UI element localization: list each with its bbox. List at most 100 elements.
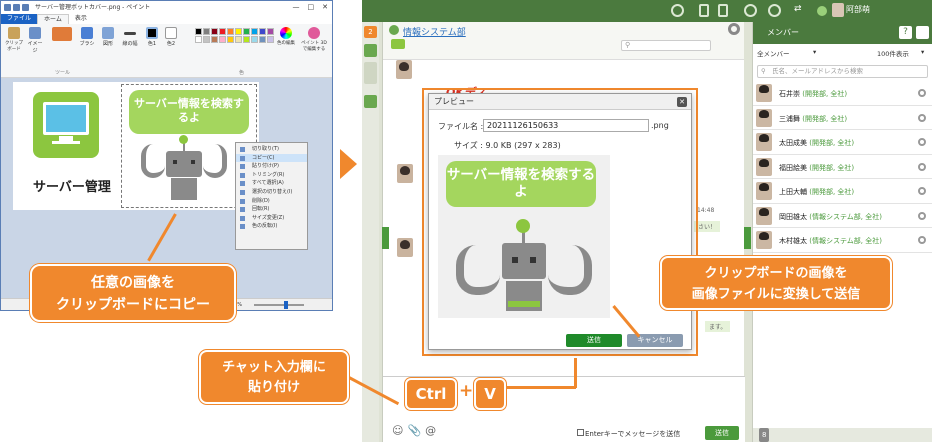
- attach-icon[interactable]: 📎: [407, 424, 425, 437]
- color-palette[interactable]: [195, 28, 274, 43]
- room-settings-icon[interactable]: [728, 23, 740, 35]
- menu-item-resize[interactable]: サイズ変更(Z): [236, 214, 307, 223]
- chevron-down-icon[interactable]: ▾: [813, 48, 816, 56]
- clipboard-group[interactable]: クリップボード: [4, 27, 24, 52]
- color-swatch[interactable]: [267, 36, 274, 43]
- at-icon[interactable]: [768, 4, 781, 17]
- avatar[interactable]: [397, 164, 413, 183]
- image-group[interactable]: イメージ: [26, 27, 44, 54]
- tab-view[interactable]: 表示: [69, 14, 93, 24]
- edit-colors-group[interactable]: 色の編集: [277, 27, 295, 46]
- send-button[interactable]: 送信: [705, 426, 739, 440]
- member-filter-select[interactable]: 全メンバー: [757, 48, 790, 58]
- color-swatch[interactable]: [203, 36, 210, 43]
- menu-item-invert-color[interactable]: 色の反転(I): [236, 222, 307, 231]
- color-swatch[interactable]: [235, 36, 242, 43]
- color-swatch[interactable]: [259, 28, 266, 35]
- brush-group[interactable]: ブラシ: [79, 27, 95, 47]
- color-swatch[interactable]: [227, 36, 234, 43]
- color-swatch[interactable]: [251, 28, 258, 35]
- zoom-slider-knob[interactable]: [284, 301, 288, 309]
- timeline-icon[interactable]: [671, 4, 684, 17]
- member-settings-icon[interactable]: [918, 162, 926, 171]
- color-swatch[interactable]: [243, 36, 250, 43]
- member-row[interactable]: 上田大輔 (開発部, 全社): [753, 179, 932, 204]
- color-swatch[interactable]: [243, 28, 250, 35]
- avatar[interactable]: [396, 60, 412, 79]
- document-icon[interactable]: [699, 4, 709, 17]
- member-count-select[interactable]: 100件表示: [877, 48, 909, 58]
- emoji-icon[interactable]: ☺: [392, 424, 407, 437]
- color-swatch[interactable]: [219, 28, 226, 35]
- menu-item-crop[interactable]: トリミング(R): [236, 171, 307, 180]
- list-icon[interactable]: [718, 4, 728, 17]
- transfer-icon[interactable]: ⇄: [794, 4, 807, 17]
- settings-gear-icon[interactable]: [364, 44, 377, 57]
- room-title[interactable]: 情報システム部: [403, 25, 466, 38]
- tab-file[interactable]: ファイル: [1, 14, 38, 24]
- save-icon[interactable]: [4, 4, 11, 11]
- member-row[interactable]: 石井崇 (開発部, 全社): [753, 81, 932, 106]
- color1-group[interactable]: 色1: [144, 27, 160, 47]
- color-swatch[interactable]: [195, 36, 202, 43]
- member-row[interactable]: 三浦舞 (開発部, 全社): [753, 106, 932, 130]
- speaker-icon[interactable]: [391, 39, 405, 49]
- member-settings-icon[interactable]: [918, 211, 926, 220]
- member-row[interactable]: 福田絵美 (開発部, 全社): [753, 155, 932, 179]
- menu-item-select-all[interactable]: すべて選択(A): [236, 179, 307, 188]
- shapes-group[interactable]: 図形: [99, 27, 117, 47]
- menu-item-paste[interactable]: 貼り付け(P): [236, 162, 307, 171]
- member-row[interactable]: 岡田雄太 (情報システム部, 全社): [753, 204, 932, 228]
- close-icon[interactable]: ✕: [322, 1, 328, 14]
- collapse-left-handle[interactable]: [382, 227, 389, 249]
- close-icon[interactable]: ✕: [677, 97, 687, 107]
- member-settings-icon[interactable]: [918, 138, 926, 146]
- paint3d-group[interactable]: ペイント 3D で編集する: [299, 27, 329, 52]
- menu-icon[interactable]: [916, 26, 929, 39]
- globe-icon[interactable]: [744, 4, 757, 17]
- enter-to-send-checkbox[interactable]: [577, 429, 584, 436]
- maximize-icon[interactable]: □: [308, 1, 315, 14]
- color-swatch[interactable]: [211, 28, 218, 35]
- member-search-input[interactable]: ⚲ 氏名、メールアドレスから検索: [757, 65, 928, 78]
- undo-icon[interactable]: [13, 4, 20, 11]
- member-settings-icon[interactable]: [918, 187, 926, 195]
- tools-group[interactable]: [49, 27, 75, 42]
- help-icon[interactable]: ?: [899, 26, 912, 39]
- tab-home[interactable]: ホーム: [37, 14, 69, 24]
- member-settings-icon[interactable]: [918, 89, 926, 97]
- mention-icon[interactable]: @: [425, 424, 440, 437]
- unread-badge[interactable]: 2: [364, 26, 377, 38]
- preview-cancel-button[interactable]: キャンセル: [627, 334, 683, 347]
- color-swatch[interactable]: [195, 28, 202, 35]
- avatar[interactable]: [397, 238, 413, 257]
- member-row[interactable]: 木村雄太 (情報システム部, 全社): [753, 228, 932, 253]
- size-group[interactable]: 線の幅: [119, 27, 141, 47]
- menu-item-delete[interactable]: 削除(D): [236, 197, 307, 206]
- member-row[interactable]: 太田成美 (開発部, 全社): [753, 130, 932, 155]
- preview-send-button[interactable]: 送信: [566, 334, 622, 347]
- menu-item-invert-selection[interactable]: 選択の切り替え(I): [236, 188, 307, 197]
- member-settings-icon[interactable]: [918, 236, 926, 244]
- color-swatch[interactable]: [203, 28, 210, 35]
- collapse-right-handle[interactable]: [744, 227, 751, 249]
- chevron-down-icon[interactable]: ▾: [921, 48, 924, 56]
- color-swatch[interactable]: [259, 36, 266, 43]
- color-swatch[interactable]: [211, 36, 218, 43]
- paint-canvas[interactable]: サーバー管理 サーバー情報を検索するよ: [13, 82, 259, 210]
- avatar[interactable]: [832, 3, 844, 17]
- filename-input[interactable]: 20211126150633: [483, 119, 649, 132]
- color-swatch[interactable]: [267, 28, 274, 35]
- color-swatch[interactable]: [227, 28, 234, 35]
- color2-group[interactable]: 色2: [163, 27, 179, 47]
- room-search-input[interactable]: [621, 40, 711, 51]
- current-user-name[interactable]: 阿部萌: [846, 4, 870, 15]
- menu-item-rotate[interactable]: 回転(R): [236, 205, 307, 214]
- menu-item-copy[interactable]: コピー(C): [236, 153, 307, 163]
- color-swatch[interactable]: [219, 36, 226, 43]
- member-settings-icon[interactable]: [918, 113, 926, 122]
- minimize-icon[interactable]: —: [293, 1, 300, 14]
- color-swatch[interactable]: [235, 28, 242, 35]
- zoom-slider[interactable]: [254, 301, 304, 309]
- menu-item-cut[interactable]: 切り取り(T): [236, 145, 307, 154]
